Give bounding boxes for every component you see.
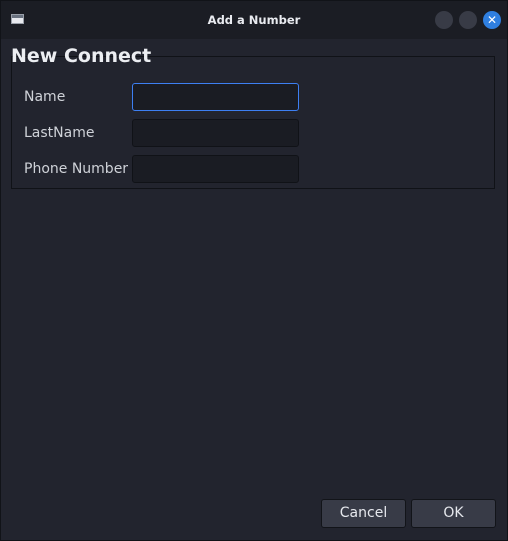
name-label: Name: [24, 89, 66, 105]
minimize-button[interactable]: [435, 11, 453, 29]
close-button[interactable]: ✕: [483, 11, 501, 29]
dialog-window: Add a Number ✕ New Connect Name LastName…: [0, 0, 508, 541]
close-icon: ✕: [486, 13, 498, 27]
lastname-input[interactable]: [132, 119, 299, 147]
title-bar[interactable]: Add a Number ✕: [1, 1, 507, 39]
name-input[interactable]: [132, 83, 299, 111]
group-title: New Connect: [11, 45, 152, 67]
window-title: Add a Number: [207, 13, 301, 27]
cancel-button[interactable]: Cancel: [321, 499, 406, 528]
ok-button[interactable]: OK: [411, 499, 496, 528]
phone-number-input[interactable]: [132, 155, 299, 183]
maximize-button[interactable]: [459, 11, 477, 29]
phone-number-label: Phone Number: [24, 161, 129, 177]
lastname-label: LastName: [24, 125, 95, 141]
